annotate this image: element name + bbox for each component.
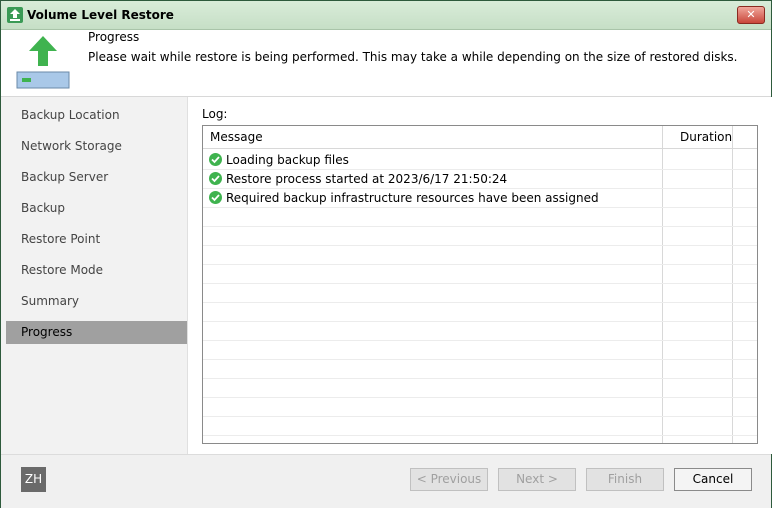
empty-row [203,341,757,360]
empty-row [203,398,757,417]
column-header-duration[interactable]: Duration [680,130,732,144]
empty-row [203,208,757,227]
wizard-footer: ZH < Previous Next > Finish Cancel [1,454,771,508]
window-title: Volume Level Restore [27,8,174,22]
previous-button[interactable]: < Previous [410,468,488,491]
log-label: Log: [202,107,228,121]
log-table-header: Message Duration [203,126,757,149]
cancel-button[interactable]: Cancel [674,468,752,491]
page-title: Progress [88,30,140,44]
progress-panel: Log: Message Duration Loading backup fil… [187,97,772,454]
log-table[interactable]: Message Duration Loading backup files Re… [202,125,758,444]
finish-button[interactable]: Finish [586,468,664,491]
success-check-icon [209,153,222,166]
log-message: Required backup infrastructure resources… [226,191,599,205]
empty-row [203,284,757,303]
sidebar-item-backup-server[interactable]: Backup Server [6,166,187,189]
empty-row [203,265,757,284]
empty-row [203,303,757,322]
empty-row [203,417,757,436]
close-button[interactable]: ✕ [737,6,765,24]
app-icon [7,7,23,23]
wizard-steps-sidebar: Backup Location Network Storage Backup S… [1,97,187,454]
empty-row [203,227,757,246]
empty-row [203,379,757,398]
empty-row [203,246,757,265]
next-button[interactable]: Next > [498,468,576,491]
sidebar-item-summary[interactable]: Summary [6,290,187,313]
success-check-icon [209,172,222,185]
wizard-header: Progress Please wait while restore is be… [1,30,771,97]
empty-row [203,322,757,341]
empty-row [203,360,757,379]
sidebar-item-backup[interactable]: Backup [6,197,187,220]
sidebar-item-restore-point[interactable]: Restore Point [6,228,187,251]
avatar[interactable]: ZH [21,467,46,492]
sidebar-item-backup-location[interactable]: Backup Location [6,104,187,127]
sidebar-item-progress[interactable]: Progress [6,321,187,344]
page-description: Please wait while restore is being perfo… [88,50,738,64]
success-check-icon [209,191,222,204]
upload-restore-icon [15,34,71,90]
sidebar-item-restore-mode[interactable]: Restore Mode [6,259,187,282]
restore-wizard-window: Volume Level Restore ✕ Progress Please w… [0,0,772,508]
title-bar: Volume Level Restore ✕ [1,1,771,30]
column-header-message[interactable]: Message [210,130,263,144]
log-message: Restore process started at 2023/6/17 21:… [226,172,508,186]
table-row[interactable]: Loading backup files [203,151,757,170]
table-row[interactable]: Required backup infrastructure resources… [203,189,757,208]
sidebar-item-network-storage[interactable]: Network Storage [6,135,187,158]
table-row[interactable]: Restore process started at 2023/6/17 21:… [203,170,757,189]
log-message: Loading backup files [226,153,349,167]
